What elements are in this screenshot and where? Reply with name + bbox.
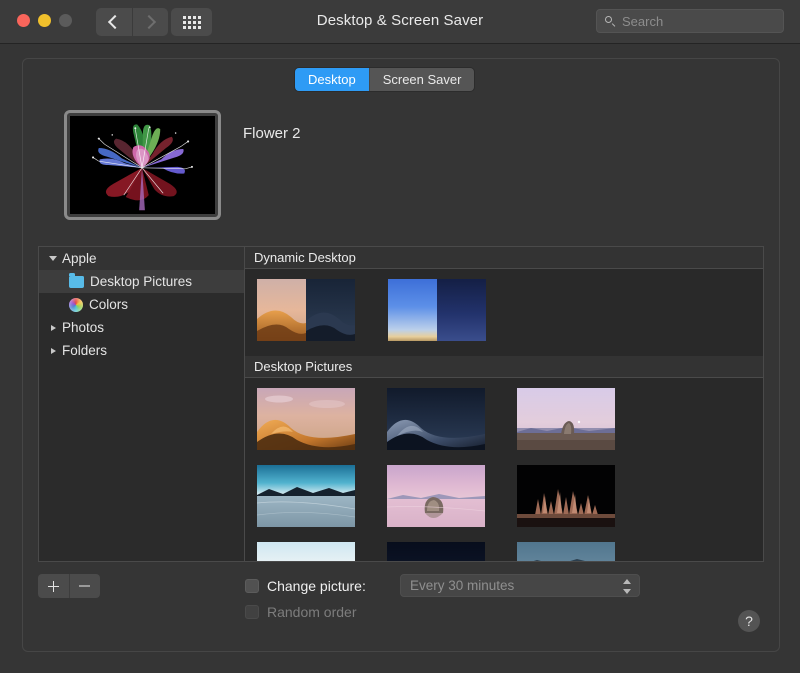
desktop-preview-frame[interactable] [64, 110, 221, 220]
minus-icon [79, 585, 91, 587]
flower-2-artwork [70, 116, 215, 214]
system-preferences-window: Desktop & Screen Saver Search Desktop Sc… [0, 0, 800, 673]
search-icon [605, 15, 616, 27]
wallpaper-thumb-pink-salt-lake[interactable] [387, 465, 485, 527]
sidebar-item-folders[interactable]: Folders [39, 339, 244, 362]
wallpaper-thumb-blue-coast[interactable] [517, 542, 615, 561]
sidebar-item-apple[interactable]: Apple [39, 247, 244, 270]
random-order-label: Random order [267, 604, 357, 620]
wallpaper-thumb-mojave-day[interactable] [257, 388, 355, 450]
sidebar-item-label: Apple [62, 251, 97, 266]
sidebar-item-desktop-pictures[interactable]: Desktop Pictures [39, 270, 244, 293]
plus-icon [47, 580, 59, 592]
picture-browser: Apple Desktop Pictures Colors Photos Fol… [38, 246, 764, 562]
sidebar-item-colors[interactable]: Colors [39, 293, 244, 316]
selected-wallpaper-name: Flower 2 [243, 125, 301, 142]
section-header-dynamic-desktop: Dynamic Desktop [245, 247, 763, 269]
wallpaper-thumb-mojave-dynamic[interactable] [257, 279, 355, 341]
wallpaper-thumb-yellow-dunes[interactable] [257, 542, 355, 561]
sidebar-item-label: Colors [89, 297, 129, 312]
disclosure-triangle-closed-icon[interactable] [47, 347, 59, 354]
wallpaper-thumb-mojave-night[interactable] [387, 388, 485, 450]
blue-folder-icon [69, 273, 84, 288]
sidebar-item-label: Desktop Pictures [90, 274, 193, 289]
disclosure-triangle-open-icon[interactable] [47, 256, 59, 261]
wallpaper-thumb-night-dune[interactable] [387, 542, 485, 561]
add-remove-folder-group [38, 574, 100, 598]
section-header-desktop-pictures: Desktop Pictures [245, 356, 763, 378]
change-interval-value: Every 30 minutes [410, 578, 515, 593]
disclosure-triangle-closed-icon[interactable] [47, 324, 59, 331]
random-order-row: Random order [245, 604, 357, 620]
remove-folder-button[interactable] [70, 574, 101, 598]
sidebar-item-photos[interactable]: Photos [39, 316, 244, 339]
change-picture-row[interactable]: Change picture: [245, 578, 366, 594]
sidebar-item-label: Folders [62, 343, 108, 358]
change-picture-label: Change picture: [267, 578, 366, 594]
wallpaper-thumb-el-capitan-lake[interactable] [257, 465, 355, 527]
random-order-checkbox [245, 605, 259, 619]
section-body-desktop-pictures [245, 378, 763, 561]
wallpaper-grid[interactable]: Dynamic Desktop Desktop Pictures [245, 247, 763, 561]
source-list: Apple Desktop Pictures Colors Photos Fol… [39, 247, 245, 561]
search-placeholder: Search [622, 13, 664, 29]
desktop-preview-image [70, 116, 215, 214]
search-field[interactable]: Search [596, 9, 784, 33]
section-body-dynamic-desktop [245, 269, 763, 356]
chevron-updown-icon[interactable] [623, 578, 632, 595]
change-interval-popup[interactable]: Every 30 minutes [400, 574, 640, 597]
add-folder-button[interactable] [38, 574, 70, 598]
sidebar-item-label: Photos [62, 320, 105, 335]
help-button[interactable]: ? [738, 610, 760, 632]
wallpaper-thumb-solar-gradients-dynamic[interactable] [388, 279, 486, 341]
wallpaper-thumb-mono-lake-tufa[interactable] [517, 465, 615, 527]
title-bar: Desktop & Screen Saver Search [0, 0, 800, 44]
wallpaper-thumb-desert-rock-dusk[interactable] [517, 388, 615, 450]
change-picture-checkbox[interactable] [245, 579, 259, 593]
color-wheel-icon [69, 297, 83, 312]
